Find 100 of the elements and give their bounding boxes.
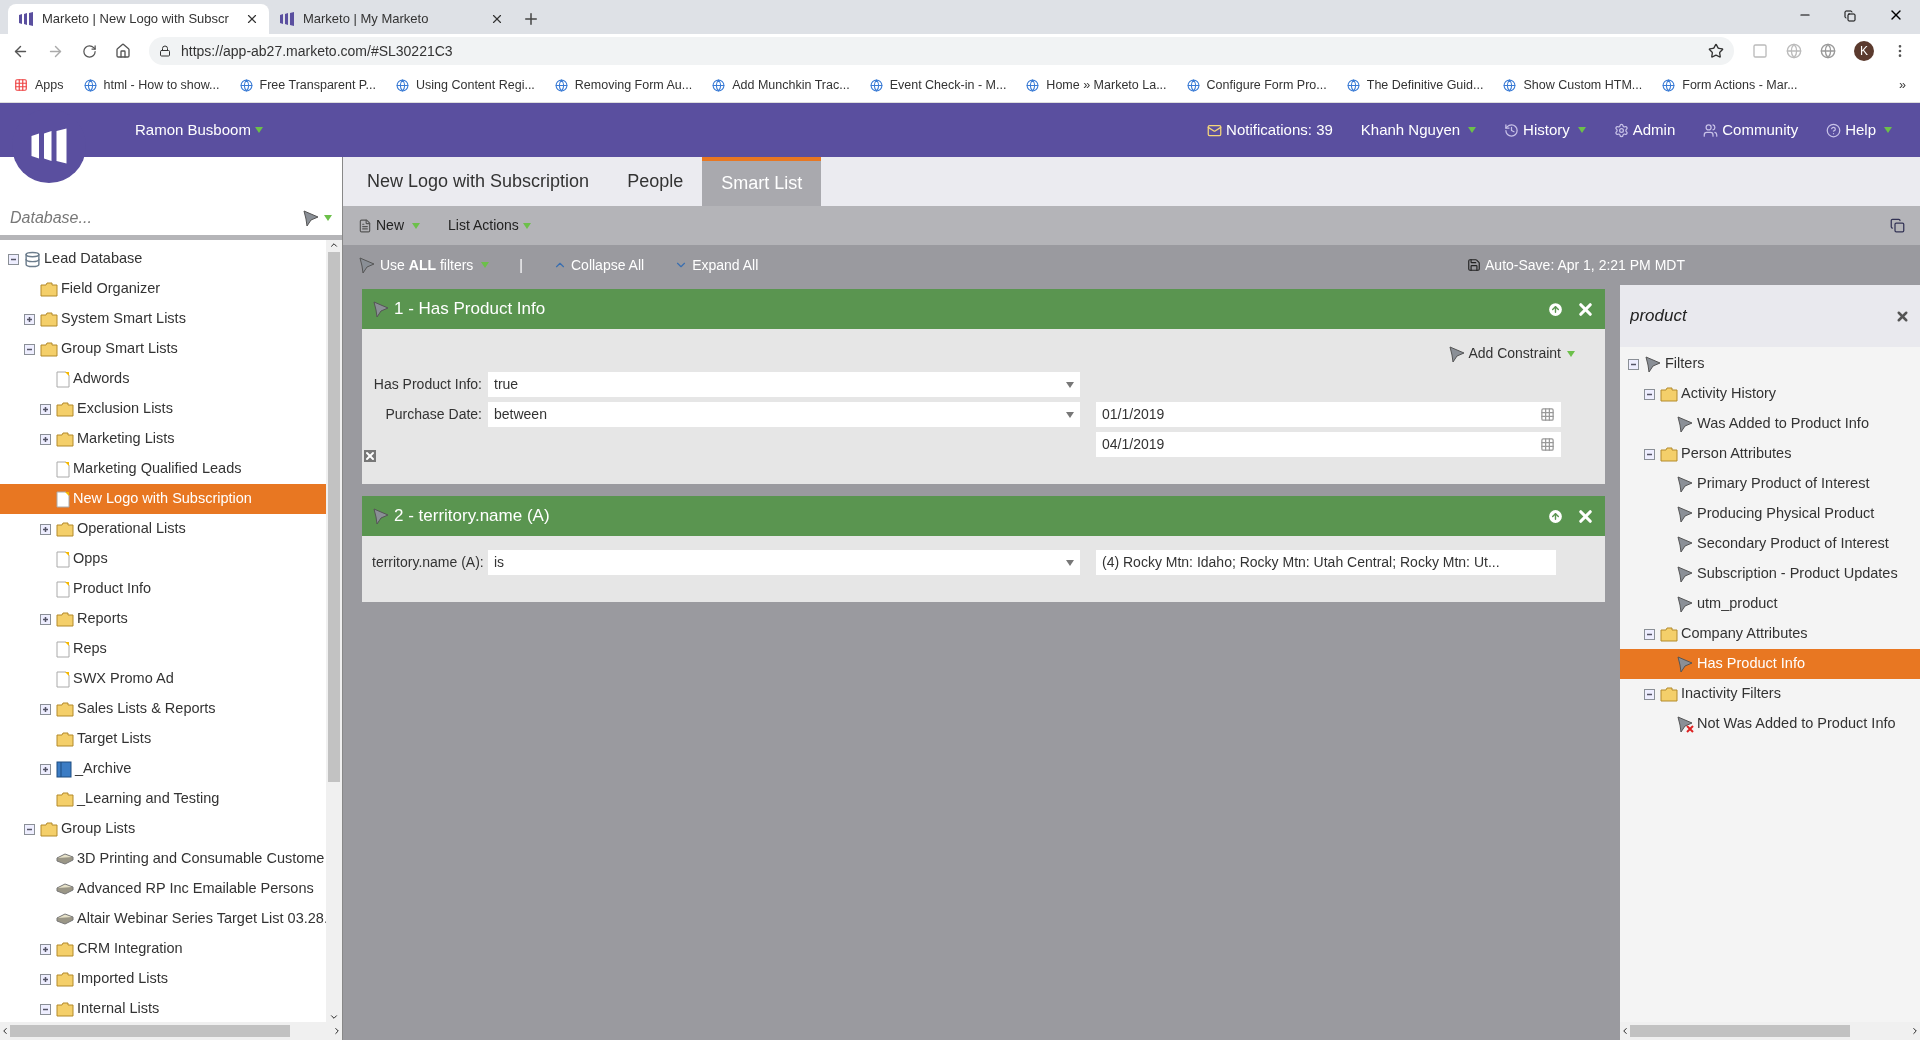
bookmark[interactable]: Add Munchkin Trac...: [712, 75, 850, 95]
move-up-button[interactable]: [1547, 300, 1564, 318]
bookmark[interactable]: Removing Form Au...: [554, 75, 693, 95]
tree-item[interactable]: Opps: [0, 544, 326, 574]
expand-toggle[interactable]: [40, 613, 51, 625]
filter-search-input[interactable]: product: [1630, 303, 1895, 329]
expand-toggle[interactable]: [40, 763, 51, 775]
tree-item[interactable]: Imported Lists: [0, 964, 326, 994]
nav-item[interactable]: Notifications: 39: [1207, 118, 1333, 142]
tree-item[interactable]: CRM Integration: [0, 934, 326, 964]
expand-toggle[interactable]: [40, 523, 51, 535]
tree-item[interactable]: Altair Webinar Series Target List 03.28.: [0, 904, 326, 934]
collapse-toggle[interactable]: [1644, 388, 1655, 400]
horizontal-scrollbar[interactable]: [1620, 1022, 1920, 1040]
tree-item[interactable]: Not Was Added to Product Info: [1620, 709, 1920, 739]
bookmark[interactable]: html - How to show...: [83, 75, 220, 95]
collapse-toggle[interactable]: [1644, 628, 1655, 640]
collapse-toggle[interactable]: [1628, 358, 1639, 370]
tree-item[interactable]: Lead Database: [0, 244, 326, 274]
tree-item[interactable]: Company Attributes: [1620, 619, 1920, 649]
tab[interactable]: People: [608, 157, 703, 206]
bookmark[interactable]: Form Actions - Mar...: [1662, 75, 1798, 95]
vertical-scrollbar[interactable]: [326, 240, 342, 1022]
list-actions-menu[interactable]: List Actions: [448, 215, 531, 236]
date-field[interactable]: 04/1/2019: [1096, 432, 1561, 457]
tree-item[interactable]: Marketing Qualified Leads: [0, 454, 326, 484]
collapse-toggle[interactable]: [1644, 448, 1655, 460]
nav-item[interactable]: Admin: [1613, 118, 1676, 142]
collapse-toggle[interactable]: [40, 1003, 51, 1015]
nav-item[interactable]: Help: [1826, 118, 1892, 142]
collapse-toggle[interactable]: [24, 823, 35, 835]
bookmark-star-button[interactable]: [1708, 43, 1724, 59]
expand-toggle[interactable]: [40, 943, 51, 955]
address-bar[interactable]: https://app-ab27.marketo.com/#SL30221C3: [149, 37, 1734, 65]
bookmark[interactable]: Free Transparent P...: [239, 75, 376, 95]
nav-item[interactable]: Community: [1703, 118, 1799, 142]
tree-item[interactable]: 3D Printing and Consumable Custome: [0, 844, 326, 874]
operator-select[interactable]: is: [488, 550, 1080, 575]
date-field[interactable]: 01/1/2019: [1096, 402, 1561, 427]
tree-item[interactable]: Primary Product of Interest: [1620, 469, 1920, 499]
filter-search-field[interactable]: product: [1620, 285, 1920, 347]
workspace-menu[interactable]: Ramon Busboom: [135, 118, 263, 142]
expand-toggle[interactable]: [40, 703, 51, 715]
home-button[interactable]: [115, 43, 131, 59]
horizontal-scrollbar[interactable]: [0, 1022, 342, 1040]
bookmark[interactable]: The Definitive Guid...: [1346, 75, 1484, 95]
tree-item[interactable]: Secondary Product of Interest: [1620, 529, 1920, 559]
expand-toggle[interactable]: [24, 313, 35, 325]
new-menu[interactable]: New: [358, 215, 420, 236]
tree-item[interactable]: Was Added to Product Info: [1620, 409, 1920, 439]
tree-item[interactable]: Activity History: [1620, 379, 1920, 409]
restore-button[interactable]: [1844, 10, 1856, 22]
tree-item[interactable]: Producing Physical Product: [1620, 499, 1920, 529]
expand-toggle[interactable]: [40, 973, 51, 985]
tree-item[interactable]: Exclusion Lists: [0, 394, 326, 424]
window-button[interactable]: [1890, 218, 1905, 233]
tree-item[interactable]: Target Lists: [0, 724, 326, 754]
tree-item[interactable]: Filters: [1620, 349, 1920, 379]
tree-item[interactable]: Operational Lists: [0, 514, 326, 544]
operator-select[interactable]: between: [488, 402, 1080, 427]
value-field[interactable]: (4) Rocky Mtn: Idaho; Rocky Mtn: Utah Central; Rocky Mtn: Ut...: [1096, 550, 1556, 575]
expand-toggle[interactable]: [40, 433, 51, 445]
more-bookmarks[interactable]: »: [1899, 75, 1906, 95]
tree-item[interactable]: Adwords: [0, 364, 326, 394]
profile-avatar[interactable]: K: [1854, 41, 1874, 61]
browser-tab[interactable]: Marketo | New Logo with Subscr: [8, 4, 269, 34]
tree-item[interactable]: Sales Lists & Reports: [0, 694, 326, 724]
remove-constraint-button[interactable]: [364, 450, 376, 462]
extension-icon[interactable]: [1820, 43, 1836, 59]
tree-item[interactable]: _Learning and Testing: [0, 784, 326, 814]
reload-button[interactable]: [82, 43, 97, 59]
tree-item[interactable]: Group Smart Lists: [0, 334, 326, 364]
database-search-field[interactable]: Database...: [10, 205, 302, 230]
move-up-button[interactable]: [1547, 507, 1564, 525]
tree-item[interactable]: utm_product: [1620, 589, 1920, 619]
nav-item[interactable]: History: [1504, 118, 1586, 142]
tree-item[interactable]: SWX Promo Ad: [0, 664, 326, 694]
tree-item[interactable]: Reps: [0, 634, 326, 664]
bookmark[interactable]: Show Custom HTM...: [1503, 75, 1643, 95]
collapse-toggle[interactable]: [8, 253, 19, 265]
collapse-toggle[interactable]: [1644, 688, 1655, 700]
tree-item[interactable]: Subscription - Product Updates: [1620, 559, 1920, 589]
tab[interactable]: New Logo with Subscription: [348, 157, 609, 206]
tree-item[interactable]: Inactivity Filters: [1620, 679, 1920, 709]
tree-item[interactable]: Person Attributes: [1620, 439, 1920, 469]
tree-item[interactable]: _Archive: [0, 754, 326, 784]
tree-item[interactable]: Product Info: [0, 574, 326, 604]
expand-toggle[interactable]: [40, 403, 51, 415]
tree-item[interactable]: Field Organizer: [0, 274, 326, 304]
operator-select[interactable]: true: [488, 372, 1080, 397]
tree-item[interactable]: Marketing Lists: [0, 424, 326, 454]
bookmark[interactable]: Configure Form Pro...: [1186, 75, 1327, 95]
add-constraint-menu[interactable]: Add Constraint: [1448, 343, 1575, 364]
tree-item[interactable]: Advanced RP Inc Emailable Persons: [0, 874, 326, 904]
bookmark[interactable]: Using Content Regi...: [396, 75, 535, 95]
tree-item[interactable]: Reports: [0, 604, 326, 634]
bookmark[interactable]: Home » Marketo La...: [1026, 75, 1167, 95]
nav-item[interactable]: Khanh Nguyen: [1360, 118, 1477, 142]
tree-item[interactable]: System Smart Lists: [0, 304, 326, 334]
collapse-toggle[interactable]: [24, 343, 35, 355]
